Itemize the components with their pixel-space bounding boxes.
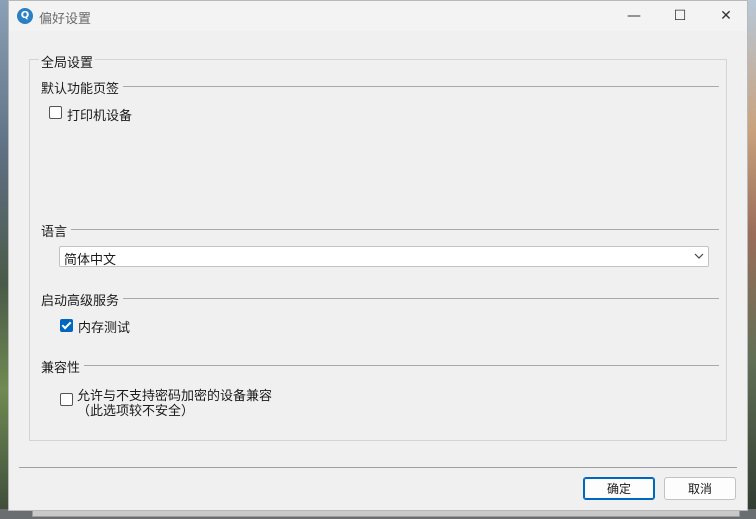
compatibility-divider — [41, 365, 719, 366]
memory-test-checkbox[interactable] — [60, 319, 73, 332]
app-icon: Q — [17, 8, 33, 24]
language-label: 语言 — [41, 221, 72, 240]
footer-divider — [19, 467, 737, 468]
maximize-button[interactable]: ☐ — [657, 1, 703, 31]
memory-test-label[interactable]: 内存测试 — [78, 317, 130, 336]
language-select[interactable]: 简体中文 — [59, 246, 709, 268]
window-title: 偏好设置 — [39, 12, 92, 27]
printer-device-checkbox[interactable] — [49, 106, 62, 119]
chevron-down-icon — [694, 253, 704, 259]
advanced-services-divider — [41, 298, 719, 299]
title-bar[interactable]: Q 偏好设置 — ☐ ✕ — [9, 1, 747, 31]
language-selected-value: 简体中文 — [64, 253, 117, 268]
compatibility-label: 兼容性 — [41, 357, 85, 376]
cancel-button[interactable]: 取消 — [664, 477, 736, 500]
background-window-edge — [32, 510, 740, 517]
ok-button[interactable]: 确定 — [583, 477, 655, 500]
close-button[interactable]: ✕ — [703, 1, 749, 31]
preferences-dialog: Q 偏好设置 — ☐ ✕ 全局设置 默认功能页签 打印机设备 语言 简体中文 启… — [8, 0, 748, 511]
allow-unencrypted-note: （此选项较不安全） — [77, 404, 195, 419]
default-tab-divider — [41, 86, 719, 87]
advanced-services-label: 启动高级服务 — [41, 290, 124, 309]
default-tab-label: 默认功能页签 — [41, 78, 124, 97]
allow-unencrypted-checkbox[interactable] — [60, 393, 73, 406]
printer-device-label[interactable]: 打印机设备 — [67, 105, 132, 124]
minimize-button[interactable]: — — [611, 1, 657, 31]
language-divider — [41, 229, 719, 230]
global-settings-title: 全局设置 — [39, 52, 96, 71]
